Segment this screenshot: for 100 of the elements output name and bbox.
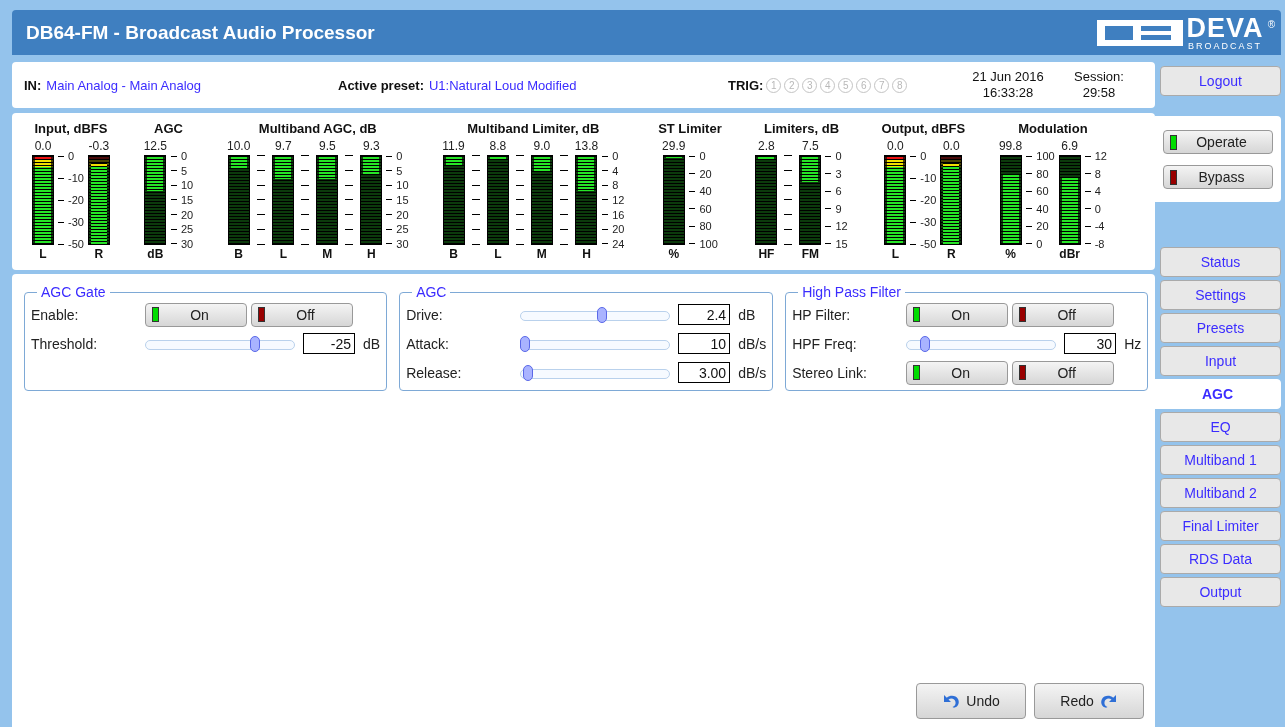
slider-thumb[interactable]: [920, 335, 931, 352]
meter-value: 0.0: [34, 139, 52, 155]
meter-title: Output, dBFS: [881, 121, 966, 138]
unit-label: dB: [363, 335, 381, 352]
scale-label: -10: [58, 173, 84, 183]
toggle-button[interactable]: On: [145, 302, 247, 327]
channel-label: H: [582, 247, 591, 263]
unit-label: dB/s: [738, 335, 767, 352]
setting-label: Attack:: [406, 335, 450, 352]
slider-thumb[interactable]: [250, 335, 260, 352]
channel-label: B: [449, 247, 458, 263]
nav-tab[interactable]: RDS Data: [1160, 544, 1281, 574]
scale-label: -20: [58, 195, 84, 205]
date-text: 21 Jun 2016: [972, 69, 1044, 85]
meter-value: 8.8: [489, 139, 507, 155]
redo-button[interactable]: Redo: [1034, 683, 1144, 719]
slider[interactable]: [520, 335, 671, 352]
unit-label: dB: [738, 306, 757, 323]
toggle-button[interactable]: Off: [1012, 360, 1115, 385]
meter-value: 2.8: [758, 139, 775, 155]
channel-label: FM: [801, 247, 820, 263]
setting-label: Release:: [406, 364, 463, 381]
channel-label: dBr: [1059, 247, 1080, 263]
setting-label: HPF Freq:: [792, 335, 858, 352]
channel-label: M: [322, 247, 333, 263]
slider-thumb[interactable]: [520, 335, 531, 352]
scale-label: 10: [386, 180, 409, 191]
scale-label: -30: [910, 217, 937, 227]
mode-button[interactable]: Operate: [1163, 130, 1273, 154]
meter-title: Modulation: [1018, 121, 1088, 138]
undo-button[interactable]: Undo: [916, 683, 1026, 719]
scale-label: 100: [1026, 151, 1055, 161]
logout-button[interactable]: Logout: [1160, 66, 1281, 96]
logo-mark-icon: [1096, 17, 1183, 48]
meter-value: 11.9: [442, 139, 465, 155]
value-field[interactable]: 3.00: [678, 362, 731, 383]
channel-label: HF: [758, 247, 775, 263]
scale-label: 25: [386, 224, 409, 235]
session-time: 29:58: [1082, 85, 1116, 101]
nav-tab[interactable]: AGC: [1154, 379, 1281, 409]
input-label: IN:: [24, 77, 42, 93]
scale-label: -50: [910, 239, 937, 249]
value-field[interactable]: 10: [678, 333, 731, 354]
nav-tab[interactable]: Settings: [1160, 280, 1281, 310]
toggle-button[interactable]: On: [906, 302, 1009, 327]
mode-button[interactable]: Bypass: [1163, 165, 1273, 189]
nav-tab[interactable]: Output: [1160, 577, 1281, 607]
scale-label: 24: [602, 238, 625, 249]
channel-label: L: [39, 247, 47, 263]
scale-label: 15: [171, 194, 194, 205]
slider-thumb[interactable]: [522, 364, 533, 381]
setting-label: HP Filter:: [792, 306, 852, 323]
channel-label: L: [494, 247, 502, 263]
channel-label: L: [891, 247, 900, 263]
channel-label: %: [668, 247, 680, 263]
scale-label: 20: [386, 209, 409, 220]
nav-tab[interactable]: Input: [1160, 346, 1281, 376]
slider-thumb[interactable]: [597, 306, 608, 323]
meter-value: 29.9: [662, 139, 686, 155]
toggle-button[interactable]: On: [906, 360, 1009, 385]
meter-value: 0.0: [942, 139, 960, 155]
scale-label: 100: [689, 238, 718, 249]
scale-label: 25: [171, 224, 194, 235]
nav-tab[interactable]: Presets: [1160, 313, 1281, 343]
meter-title: Input, dBFS: [34, 121, 108, 138]
toggle-button[interactable]: Off: [251, 302, 353, 327]
scale-label: -50: [58, 239, 84, 249]
meter-title: Multiband AGC, dB: [258, 121, 377, 138]
setting-label: Drive:: [406, 306, 444, 323]
slider[interactable]: [906, 335, 1057, 352]
nav-tab[interactable]: Status: [1160, 247, 1281, 277]
session-label: Session:: [1074, 69, 1124, 85]
channel-label: %: [1005, 247, 1016, 263]
meter-title: Multiband Limiter, dB: [467, 121, 600, 138]
meter-value: 9.5: [319, 139, 336, 155]
slider[interactable]: [145, 335, 295, 352]
slider[interactable]: [520, 364, 671, 381]
scale-label: 30: [386, 238, 409, 249]
setting-label: Enable:: [31, 306, 80, 323]
nav-tab[interactable]: Multiband 1: [1160, 445, 1281, 475]
toggle-button[interactable]: Off: [1012, 302, 1115, 327]
trigger-label: TRIG:: [728, 77, 764, 93]
channel-label: L: [279, 247, 287, 263]
group-title: High Pass Filter: [801, 284, 902, 300]
slider[interactable]: [520, 306, 671, 323]
setting-label: Threshold:: [31, 335, 99, 352]
nav-tab[interactable]: Final Limiter: [1160, 511, 1281, 541]
meter-value: 0.0: [887, 139, 904, 155]
value-field[interactable]: -25: [303, 333, 355, 354]
active-preset: U1:Natural Loud Modified: [429, 77, 577, 93]
value-field[interactable]: 30: [1064, 333, 1117, 354]
scale-label: 16: [602, 209, 625, 220]
scale-label: 10: [171, 180, 194, 191]
meter-value: 99.8: [998, 139, 1023, 155]
nav-tab[interactable]: EQ: [1160, 412, 1281, 442]
meter-value: 13.8: [574, 139, 599, 155]
value-field[interactable]: 2.4: [678, 304, 731, 325]
channel-label: R: [94, 247, 104, 263]
nav-tab[interactable]: Multiband 2: [1160, 478, 1281, 508]
scale-label: 12: [602, 194, 625, 205]
